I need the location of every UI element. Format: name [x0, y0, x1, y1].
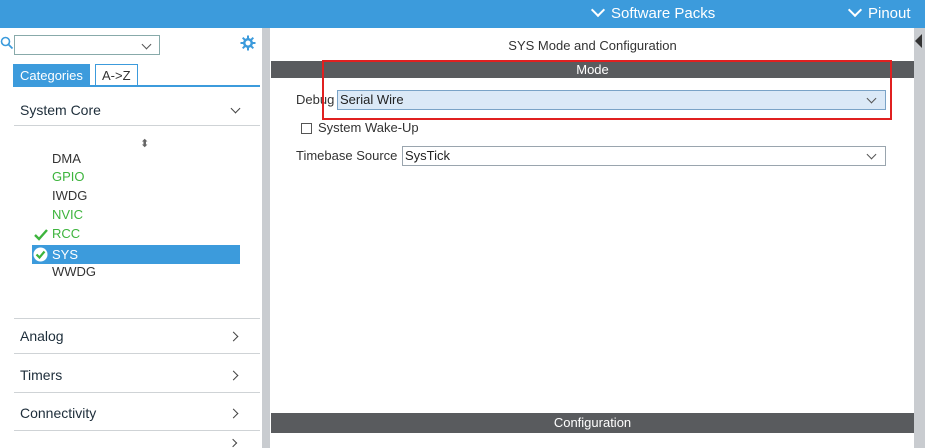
tab-categories[interactable]: Categories — [13, 64, 90, 86]
software-packs-label: Software Packs — [611, 5, 716, 22]
configuration-section-header[interactable]: Configuration — [271, 413, 914, 433]
peripheral-sys-label: SYS — [52, 247, 79, 262]
top-toolbar — [0, 0, 925, 28]
panel-splitter[interactable] — [262, 28, 270, 448]
sort-icon[interactable]: ⬍ — [140, 137, 149, 150]
divider — [14, 353, 260, 354]
category-label: Analog — [20, 328, 64, 344]
pinout-label: Pinout — [868, 5, 911, 22]
search-input[interactable] — [14, 35, 160, 55]
peripheral-nvic[interactable]: NVIC — [52, 207, 83, 223]
chevron-right-icon — [228, 331, 239, 342]
timebase-select-value: SysTick — [405, 148, 451, 163]
chevron-down-icon — [141, 39, 152, 50]
software-packs-button[interactable]: Software Packs — [590, 0, 716, 28]
page-title: SYS Mode and Configuration — [508, 38, 677, 53]
chevron-down-icon — [230, 103, 241, 114]
peripheral-iwdg[interactable]: IWDG — [52, 188, 87, 204]
category-label: System Core — [20, 102, 101, 118]
chevron-down-icon — [847, 2, 863, 18]
chevron-right-icon — [228, 408, 239, 419]
category-connectivity[interactable]: Connectivity — [20, 402, 245, 424]
gear-icon[interactable] — [240, 35, 256, 51]
divider — [14, 392, 260, 393]
peripheral-gpio[interactable]: GPIO — [52, 169, 85, 185]
search-icon[interactable] — [0, 36, 14, 50]
tab-a-to-z[interactable]: A->Z — [95, 64, 138, 86]
category-timers[interactable]: Timers — [20, 364, 245, 386]
peripheral-rcc[interactable]: RCC — [52, 226, 80, 242]
chevron-down-icon — [866, 149, 877, 160]
chevron-right-icon — [228, 370, 239, 381]
pinout-button[interactable]: Pinout — [847, 0, 911, 28]
system-wakeup-checkbox[interactable] — [301, 123, 312, 134]
category-system-core[interactable]: System Core — [20, 99, 245, 121]
right-edge-splitter[interactable] — [914, 28, 925, 448]
tab-underline — [13, 85, 260, 87]
peripheral-sys-selected[interactable]: SYS — [32, 245, 240, 264]
highlight-annotation-box — [322, 60, 892, 120]
divider — [14, 430, 260, 431]
category-label: Timers — [20, 367, 63, 383]
timebase-source-select[interactable]: SysTick — [402, 146, 886, 166]
check-icon — [34, 229, 48, 241]
divider — [14, 125, 260, 126]
chevron-down-icon — [590, 2, 606, 18]
peripheral-dma[interactable]: DMA — [52, 151, 81, 167]
system-wakeup-label: System Wake-Up — [318, 120, 419, 135]
peripheral-wwdg[interactable]: WWDG — [52, 264, 96, 280]
divider — [14, 318, 260, 319]
category-analog[interactable]: Analog — [20, 325, 245, 347]
category-label: Connectivity — [20, 405, 97, 421]
timebase-source-label: Timebase Source — [296, 148, 398, 163]
collapse-arrow-icon[interactable] — [915, 34, 922, 48]
check-circle-icon — [33, 247, 48, 262]
